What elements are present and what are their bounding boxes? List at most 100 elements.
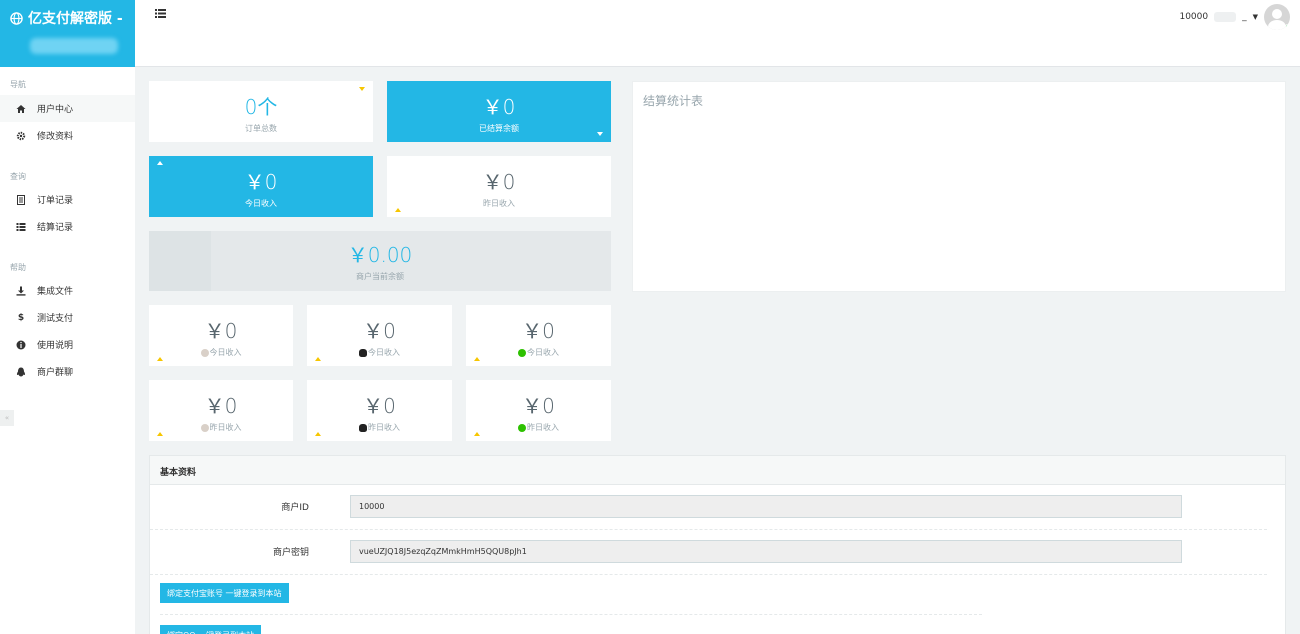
stat-label: 今日收入 [368,348,400,357]
stat-value: 0个 [244,95,278,119]
triangle-up-icon [157,357,163,361]
stat-value: ￥0 [363,394,396,418]
download-icon [16,286,26,296]
stat-value: ￥0 [482,95,516,119]
online-status-dot [1285,24,1290,30]
user-name-blurred [1214,12,1237,22]
stat-label: 已结算余额 [479,124,519,133]
sidebar-item-instructions[interactable]: 使用说明 [0,331,135,358]
stat-label: 今日收入 [209,348,242,357]
merchant-id-field[interactable] [350,495,1182,518]
wechat-icon [518,348,526,357]
stat-label: 今日收入 [527,348,559,357]
brand-header[interactable]: 亿支付解密版 - [0,0,135,67]
triangle-down-icon [597,132,603,136]
nav-heading-navigation: 导航 [10,80,26,89]
divider [160,614,982,615]
triangle-up-icon [474,432,480,436]
gear-icon [16,131,26,140]
document-icon [17,194,25,205]
basic-info-title: 基本资料 [150,456,1285,485]
stat-card-yesterday-wechat: ￥0 昨日收入 [466,380,611,441]
triangle-up-icon [395,208,401,212]
wechat-icon [518,423,526,432]
bind-alipay-button[interactable]: 绑定支付宝账号 一键登录到本站 [160,583,289,603]
qq-icon [359,348,367,357]
user-name-suffix: _ [1242,12,1247,22]
sidebar-item-label: 结算记录 [37,223,74,233]
stat-label: 订单总数 [245,124,277,133]
sidebar-item-label: 修改资料 [37,132,74,142]
triangle-up-icon [315,357,321,361]
alipay-icon [200,348,209,357]
stat-value: ￥0 [522,394,555,418]
stat-label: 商户当前余额 [356,272,404,281]
nav-heading-help: 帮助 [10,263,26,272]
qq-icon [16,367,26,376]
stat-value: ￥0.00 [347,243,413,267]
sidebar-item-test-payment[interactable]: $ 测试支付 [0,304,135,331]
merchant-key-label: 商户密钥 [272,548,309,558]
stat-label: 今日收入 [245,199,277,208]
globe-icon [10,11,23,25]
stat-value: ￥0 [363,319,396,343]
sidebar: 导航 用户中心 修改资料 查询 订单记录 结算记录 帮助 集成文件 $ 测试支付… [0,67,135,634]
sidebar-item-order-records[interactable]: 订单记录 [0,186,135,213]
triangle-up-icon [157,432,163,436]
merchant-key-row: 商户密钥 [150,530,1267,575]
stat-card-settled-balance: ￥0 已结算余额 [387,81,611,142]
basic-info-panel: 基本资料 商户ID 商户密钥 绑定支付宝账号 一键登录到本站 绑定QQ 一键登录… [149,455,1286,634]
stat-card-today-income: ￥0 今日收入 [149,156,373,217]
stat-label: 昨日收入 [368,423,400,432]
info-icon [16,340,26,349]
user-menu[interactable]: 10000 _ ▼ [1179,4,1290,30]
caret-down-icon: ▼ [1252,13,1258,21]
list-icon [16,222,26,231]
nav-heading-query: 查询 [10,172,26,181]
settlement-stats-title: 结算统计表 [643,94,704,108]
stat-value: ￥0 [204,319,238,343]
stat-card-yesterday-income: ￥0 昨日收入 [387,156,611,217]
sidebar-item-label: 使用说明 [37,341,74,351]
stat-value: ￥0 [244,170,278,194]
sidebar-item-label: 商户群聊 [37,368,74,378]
avatar[interactable] [1264,4,1290,30]
stat-value: ￥0 [204,394,238,418]
dollar-icon: $ [17,312,25,323]
sidebar-item-settlement-records[interactable]: 结算记录 [0,213,135,240]
merchant-key-field[interactable] [350,540,1182,563]
brand-blurred-domain [30,38,118,54]
sidebar-item-integration-files[interactable]: 集成文件 [0,277,135,304]
menu-toggle-icon[interactable] [155,9,166,18]
home-icon [16,104,26,113]
merchant-id-row: 商户ID [150,485,1267,530]
brand-title-text: 亿支付解密版 - [28,11,123,27]
triangle-up-icon [157,161,163,165]
triangle-down-icon [359,87,365,91]
triangle-up-icon [474,357,480,361]
stat-card-yesterday-alipay: ￥0 昨日收入 [149,380,293,441]
merchant-id-label: 商户ID [281,503,309,513]
stat-card-today-alipay: ￥0 今日收入 [149,305,293,366]
stat-value: ￥0 [482,170,516,194]
sidebar-item-user-center[interactable]: 用户中心 [0,95,135,122]
qq-icon [359,423,367,432]
stat-value: ￥0 [522,319,555,343]
sidebar-item-label: 集成文件 [37,287,74,297]
sidebar-item-edit-profile[interactable]: 修改资料 [0,122,135,149]
user-name: 10000 [1179,12,1209,22]
alipay-icon [200,423,209,432]
stat-card-merchant-balance: ￥0.00 商户当前余额 [149,231,611,291]
stat-card-yesterday-qq: ￥0 昨日收入 [307,380,452,441]
bind-qq-button[interactable]: 绑定QQ 一键登录到本站 [160,625,262,634]
stat-card-today-wechat: ￥0 今日收入 [466,305,611,366]
stat-card-today-qq: ￥0 今日收入 [307,305,452,366]
collapse-sidebar-button[interactable]: « [0,410,14,426]
stat-label: 昨日收入 [527,423,559,432]
sidebar-item-merchant-group[interactable]: 商户群聊 [0,358,135,385]
settlement-stats-panel: 结算统计表 [632,81,1286,292]
sidebar-item-label: 订单记录 [37,196,74,206]
sidebar-item-label: 用户中心 [37,105,74,115]
brand-title: 亿支付解密版 - [10,8,125,28]
stat-label: 昨日收入 [483,199,515,208]
